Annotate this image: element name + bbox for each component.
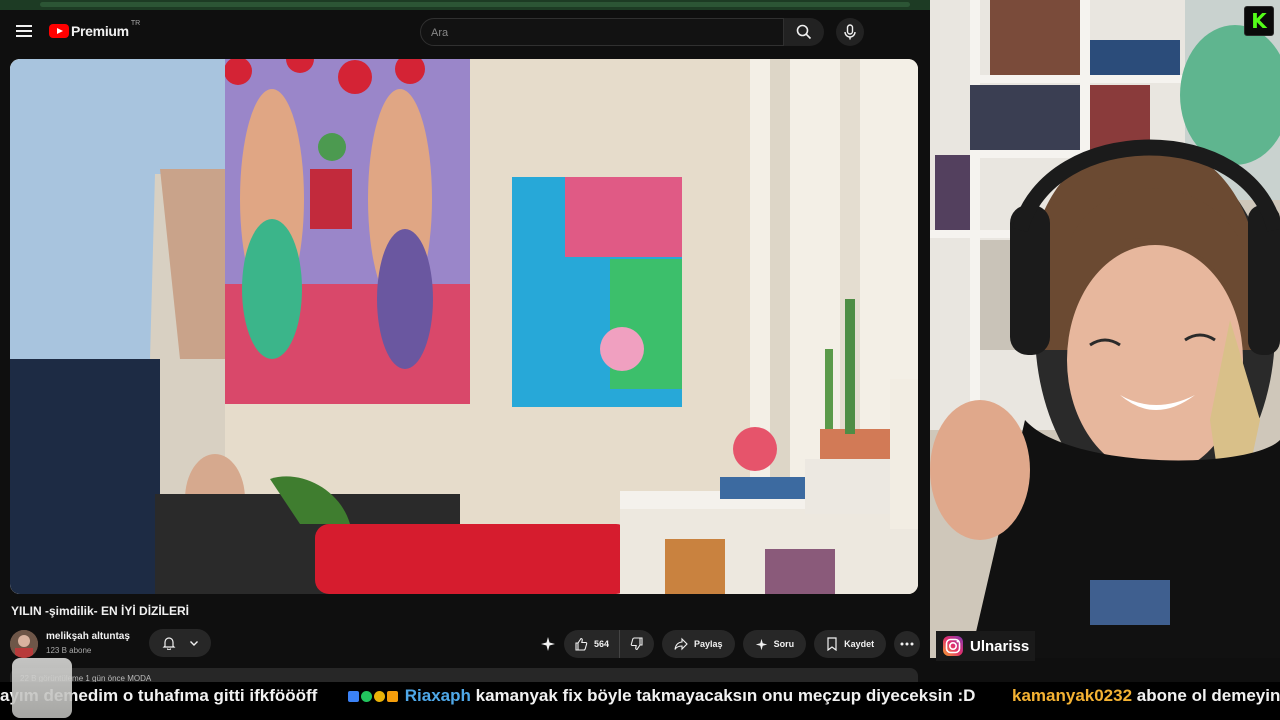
more-actions-button[interactable] [894,631,921,657]
share-button[interactable]: Paylaş [662,630,735,658]
coin-badge-icon [374,691,385,703]
chevron-down-icon [189,641,198,646]
channel-avatar[interactable] [10,630,38,658]
ask-button[interactable]: Soru [742,630,807,658]
chat-message-3: kamanyak0232 abone ol demeyin [1012,686,1280,706]
youtube-logo[interactable]: Premium TR [49,19,141,39]
share-label: Paylaş [694,639,723,649]
glass-cup-overlay [12,658,72,718]
youtube-window: Premium TR Ara YILIN -şimdilik- EN İYİ D… [0,0,930,688]
thumbs-up-icon [575,637,588,651]
bookmark-icon [827,637,837,651]
browser-tab-strip [0,0,930,10]
save-label: Kaydet [844,639,875,649]
voice-search-button[interactable] [836,18,864,46]
video-player[interactable] [10,59,918,594]
subscriber-count: 123 B abone [46,646,92,655]
webcam-scene [930,0,1280,658]
like-count: 564 [594,639,610,649]
save-button[interactable]: Kaydet [814,630,887,658]
sparkle-icon [755,638,767,650]
more-dots-icon [900,642,914,646]
chat-message-text: kamanyak fix böyle takmayacaksın onu meç… [475,686,976,705]
masthead: Premium TR [0,10,930,54]
search-input[interactable] [421,19,763,47]
dislike-button[interactable] [620,630,654,658]
like-dislike-group: 564 [564,630,655,658]
thumbs-down-icon [630,637,643,651]
instagram-overlay: Ulnariss [936,631,1036,661]
video-actions: 564 Paylaş Soru Kaydet [540,629,921,659]
chat-username: Riaxaph [404,686,471,705]
youtube-play-icon [49,24,69,38]
region-code: TR [130,19,141,27]
microphone-icon [844,24,856,40]
instagram-handle: Ulnariss [970,637,1030,655]
chat-message-2: Riaxaph kamanyak fix böyle takmayacaksın… [348,686,975,706]
badge-icon [348,691,359,703]
logo-text: Premium [71,23,129,39]
ai-sparkle-icon[interactable] [540,636,556,652]
ask-label: Soru [773,639,795,649]
streamer-webcam [930,0,1280,658]
kick-logo: K [1244,6,1274,36]
video-frame-scene [10,59,918,594]
avatar-icon [10,630,38,658]
verified-badge-icon [361,691,372,703]
chat-ticker: ayım demedim o tuhafıma gitti ifkföööff … [0,682,1280,720]
notification-bell-button[interactable] [149,629,211,657]
kick-logo-letter: K [1251,9,1267,33]
search-button[interactable] [784,18,824,46]
channel-name[interactable]: melikşah altuntaş [46,631,130,642]
search-icon [796,24,812,40]
bell-icon [162,637,175,650]
share-icon [674,637,688,651]
chat-message-text: abone ol demeyin [1136,686,1280,705]
instagram-icon [943,636,963,656]
hamburger-menu-icon[interactable] [14,22,34,42]
gift-badge-icon [387,691,398,703]
video-title: YILIN -şimdilik- EN İYİ DİZİLERİ [11,604,190,618]
like-button[interactable]: 564 [564,630,621,658]
chat-username: kamanyak0232 [1012,686,1133,705]
search-box [420,18,784,47]
